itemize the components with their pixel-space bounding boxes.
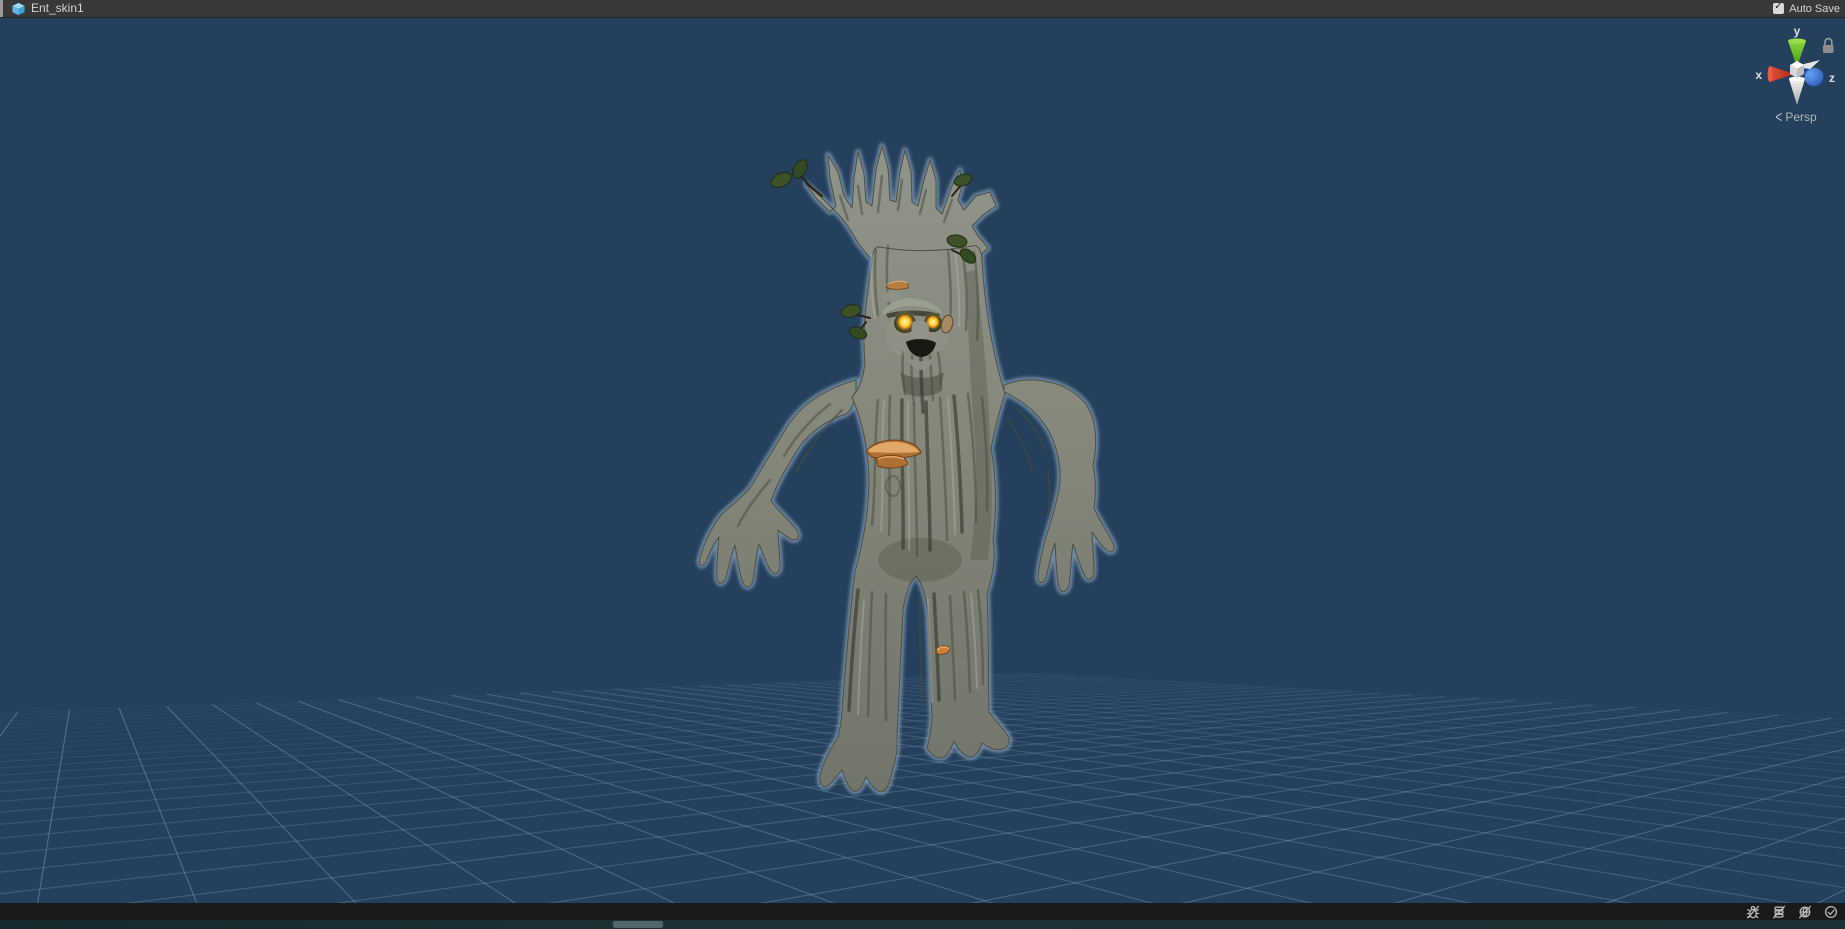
auto-save-label: Auto Save	[1789, 2, 1840, 15]
persp-label: Persp	[1785, 110, 1817, 124]
left-eye	[897, 314, 913, 330]
auto-save-checkbox[interactable]	[1773, 1, 1785, 14]
persp-icon: <	[1775, 107, 1783, 127]
gizmo-z-label: z	[1829, 71, 1835, 85]
debugger-disabled-icon[interactable]	[1745, 904, 1761, 920]
status-ok-icon[interactable]	[1823, 904, 1839, 920]
horizontal-scrollbar[interactable]	[0, 920, 1845, 929]
neg-y-axis-cone[interactable]	[1789, 79, 1805, 105]
prefab-cube-icon	[12, 2, 25, 15]
projection-toggle[interactable]: < Persp	[1756, 107, 1836, 127]
auto-save-toggle[interactable]: Auto Save	[1773, 1, 1845, 15]
network-disabled-icon[interactable]	[1797, 904, 1813, 920]
status-bar	[0, 903, 1845, 920]
gizmo-lock-icon[interactable]	[1823, 37, 1834, 53]
gizmo-y-label: y	[1794, 24, 1801, 38]
prefab-header-bar: Ent_skin1 Auto Save	[0, 0, 1845, 18]
gizmo-x-label: x	[1755, 68, 1762, 82]
right-eye	[926, 315, 940, 329]
scene-view[interactable]	[0, 0, 1845, 929]
cache-server-disabled-icon[interactable]	[1771, 904, 1787, 920]
unity-prefab-scene-view: Ent_skin1 Auto Save y x	[0, 0, 1845, 929]
prefab-name-label: Ent_skin1	[31, 1, 84, 15]
back-navigation-handle[interactable]	[0, 0, 3, 17]
horizontal-scrollbar-thumb[interactable]	[613, 921, 663, 928]
